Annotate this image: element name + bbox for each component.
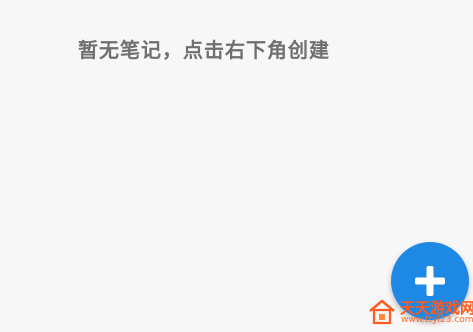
empty-state-message: 暂无笔记，点击右下角创建	[78, 38, 330, 62]
notes-screen: 暂无笔记，点击右下角创建 天天游戏网 www.ttyl23.com	[0, 0, 473, 332]
house-logo-icon	[369, 299, 395, 325]
add-note-button[interactable]	[391, 242, 469, 320]
plus-icon	[415, 266, 445, 296]
